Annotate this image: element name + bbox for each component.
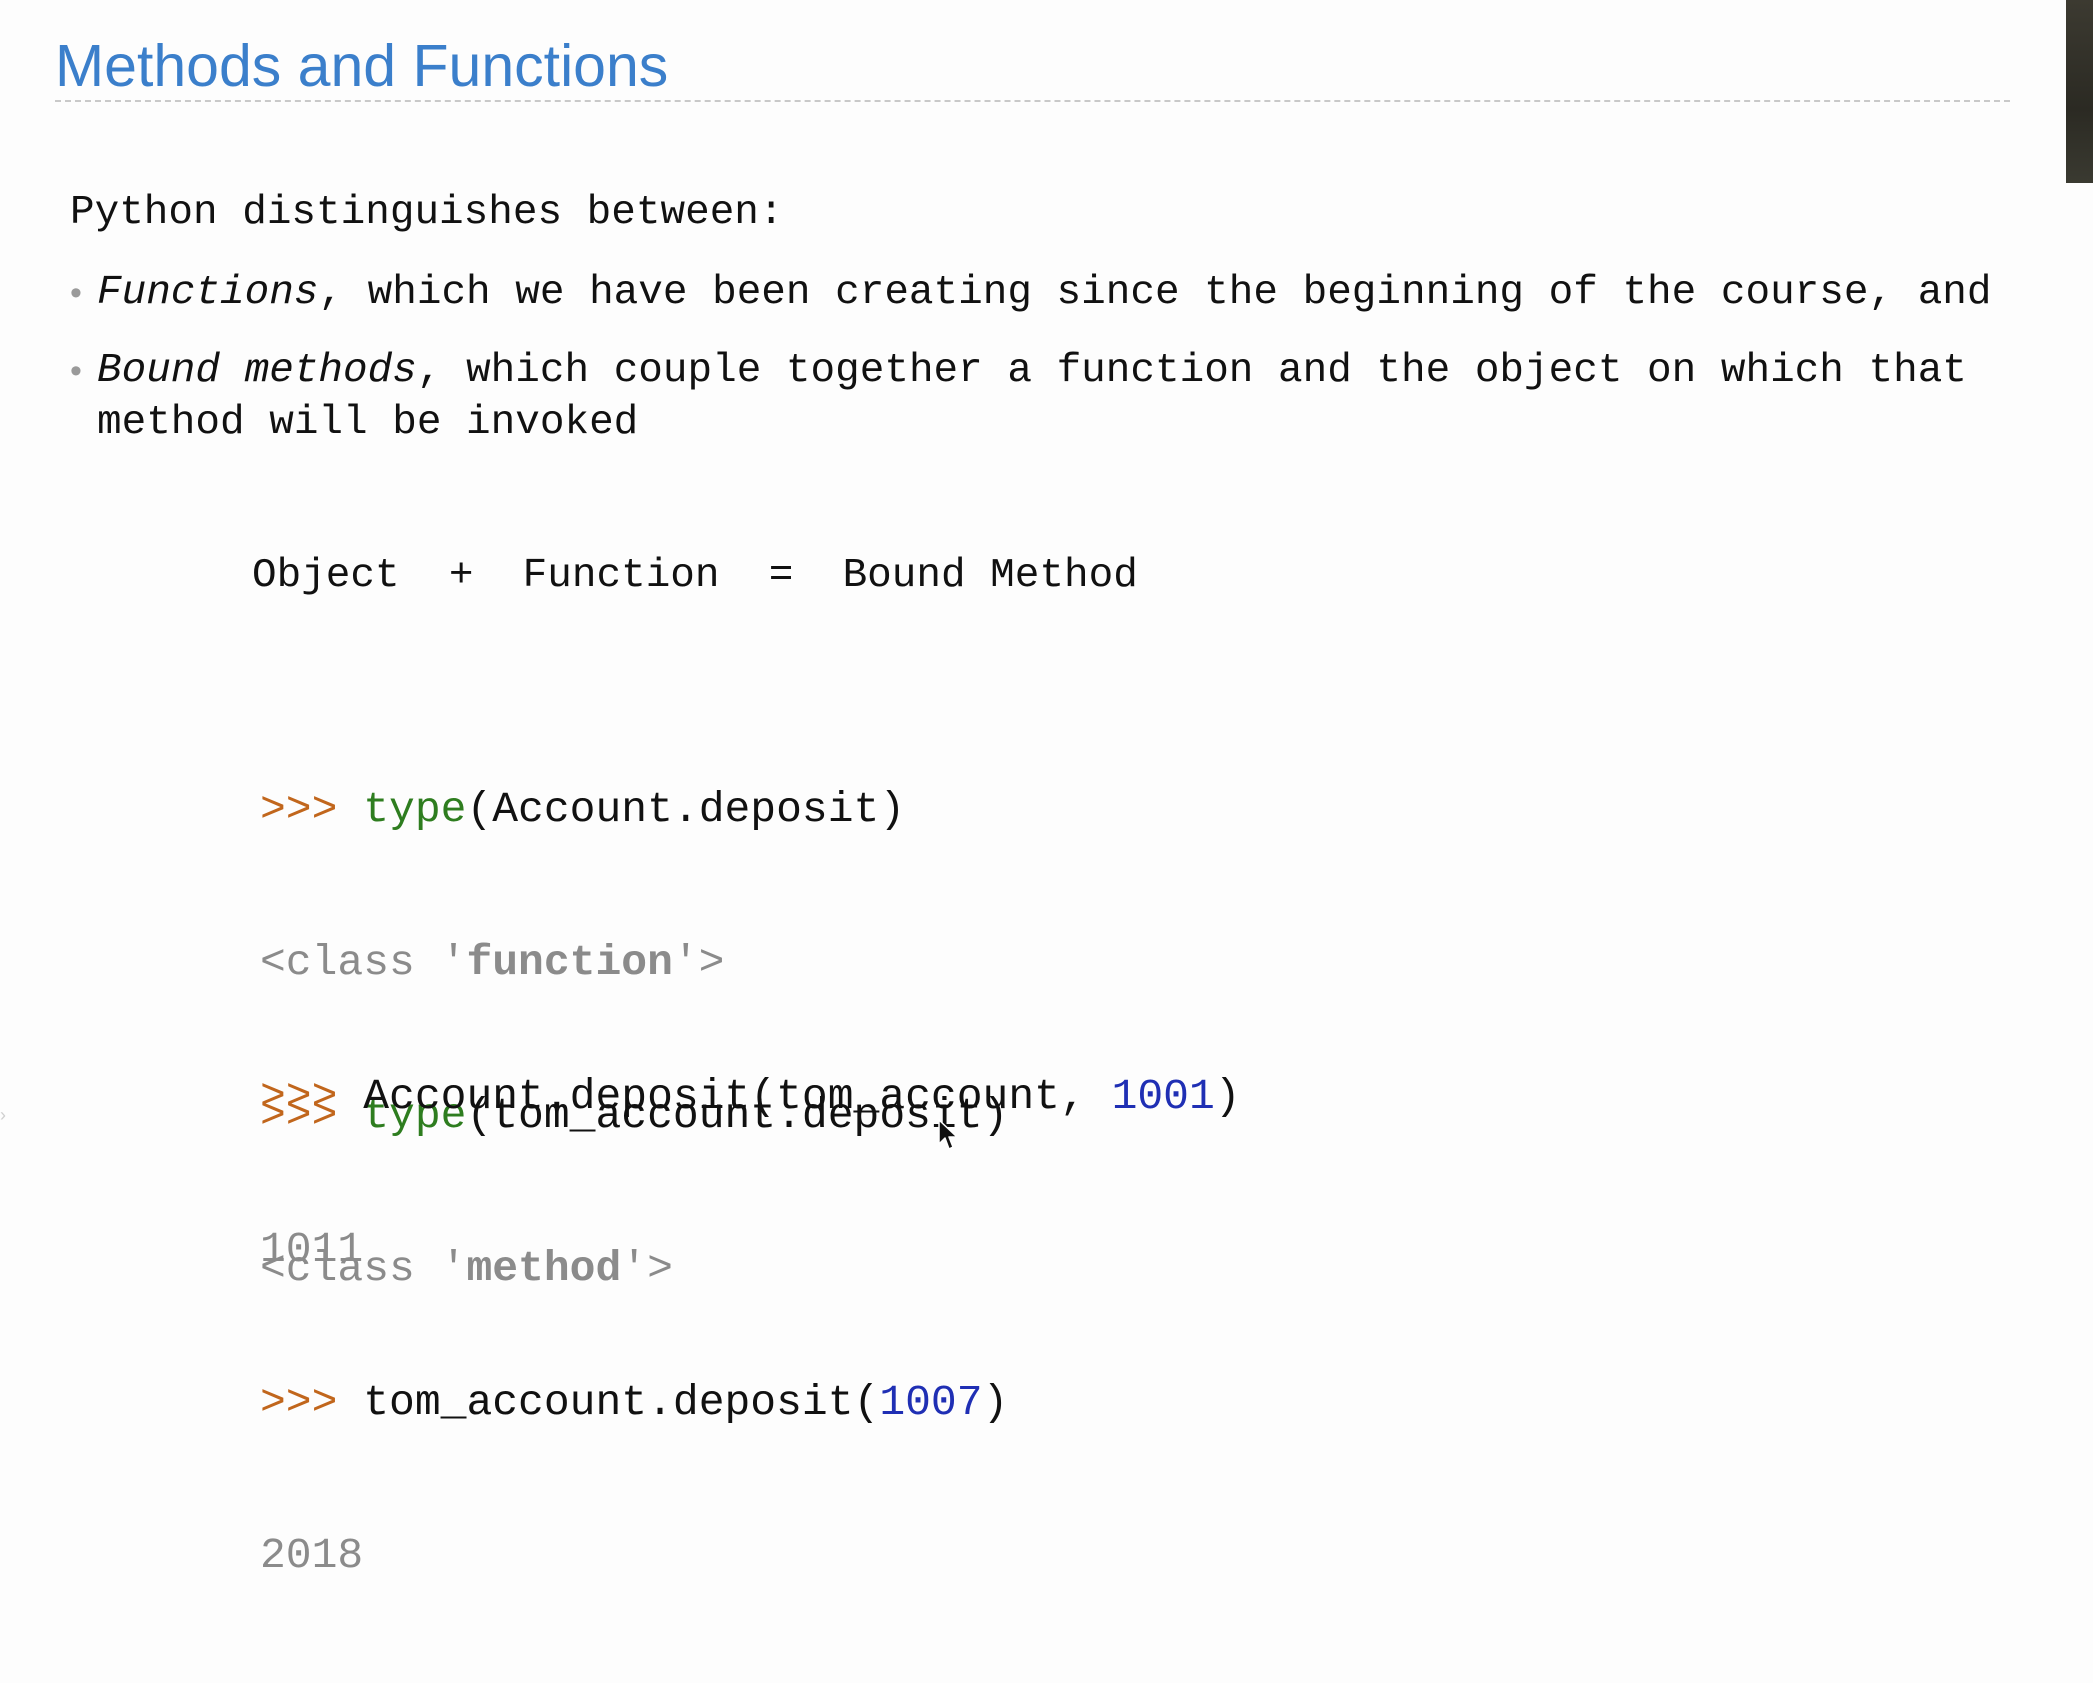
code-line: >>> type(Account.deposit) <box>260 784 1008 835</box>
title-divider <box>55 100 2010 102</box>
bullet-bound-methods: • Bound methods, which couple together a… <box>70 345 2080 455</box>
bullet-functions: • Functions, which we have been creating… <box>70 267 2080 319</box>
bullet-text: Bound methods, which couple together a f… <box>97 345 1967 449</box>
equation-object: Object <box>252 553 400 599</box>
edge-arrow-icon: › <box>0 1105 6 1125</box>
equation: Object + Function = Bound Method <box>252 548 1138 604</box>
call-expression: Account.deposit(tom_account, <box>363 1072 1112 1121</box>
code-block-deposit: >>> Account.deposit(tom_account, 1001) 1… <box>260 969 1241 1683</box>
code-output: 2018 <box>260 1531 364 1580</box>
slide-title: Methods and Functions <box>55 33 669 99</box>
bullet-rest: , which couple together a function and t… <box>416 348 1967 394</box>
intro-text: Python distinguishes between: <box>70 190 784 236</box>
call-args: (Account.deposit) <box>466 785 906 834</box>
slide: Methods and Functions Python distinguish… <box>0 0 2093 1580</box>
bullet-dot-icon: • <box>70 352 82 390</box>
bullet-emphasis: Functions <box>97 270 319 316</box>
number-literal: 1001 <box>1111 1072 1215 1121</box>
number-literal: 1007 <box>879 1378 983 1427</box>
bullet-rest: , which we have been creating since the … <box>318 270 1992 316</box>
equation-result: Bound Method <box>842 553 1138 599</box>
mouse-pointer-icon <box>938 1119 958 1150</box>
code-line: >>> tom_account.deposit(1007) <box>260 1377 1241 1428</box>
code-line: >>> Account.deposit(tom_account, 1001) <box>260 1071 1241 1122</box>
equation-plus: + <box>448 553 474 599</box>
call-close: ) <box>982 1378 1009 1427</box>
repl-prompt: >>> <box>260 1072 338 1121</box>
webcam-overlay-edge <box>2066 0 2093 183</box>
bullet-text: Functions, which we have been creating s… <box>97 267 1992 319</box>
bullet-rest-continued: method will be invoked <box>97 400 639 446</box>
equation-equals: = <box>768 553 794 599</box>
repl-prompt: >>> <box>260 785 338 834</box>
call-close: ) <box>1214 1072 1241 1121</box>
call-expression: tom_account.deposit( <box>363 1378 880 1427</box>
bullet-emphasis: Bound methods <box>97 348 417 394</box>
code-output: 1011 <box>260 1225 364 1274</box>
equation-function: Function <box>522 553 720 599</box>
bullet-dot-icon: • <box>70 274 82 312</box>
repl-prompt: >>> <box>260 1378 338 1427</box>
builtin-type: type <box>363 785 467 834</box>
